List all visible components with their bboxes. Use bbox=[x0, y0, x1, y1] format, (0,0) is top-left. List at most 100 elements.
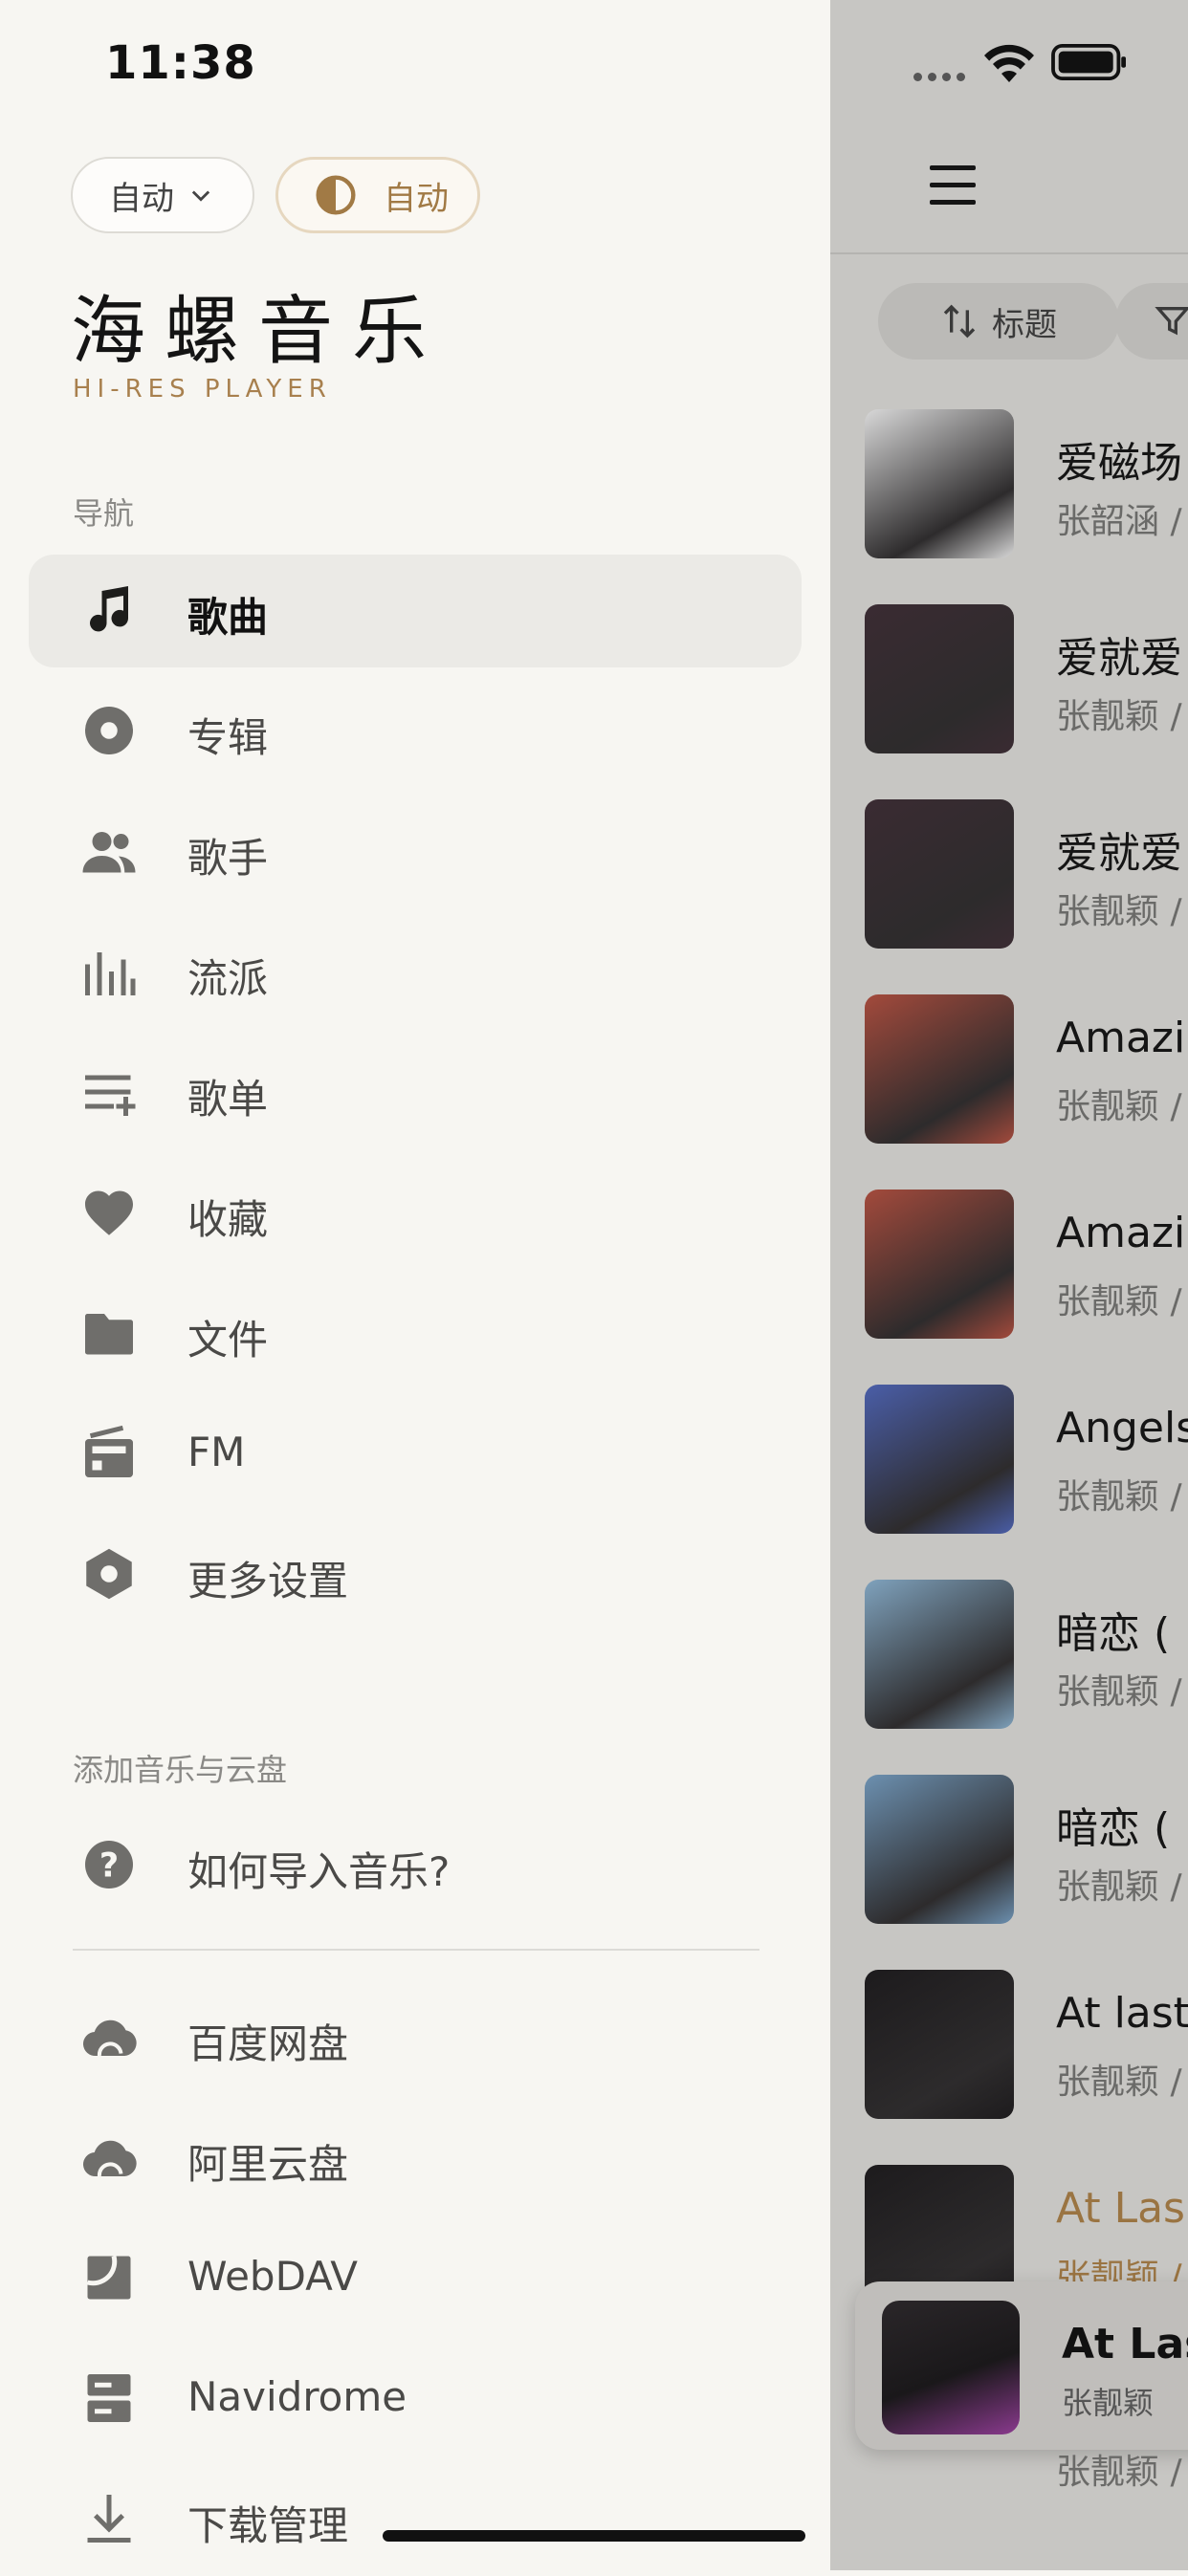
help-icon: ? bbox=[85, 1841, 133, 1888]
song-artist: 张靓颖 / bbox=[1056, 1477, 1182, 1517]
filter-chip[interactable] bbox=[1115, 283, 1188, 360]
album-cover bbox=[865, 799, 1014, 949]
album-cover bbox=[865, 1385, 1014, 1534]
sort-label: 标题 bbox=[992, 305, 1057, 344]
cloud-source-item-label: WebDAV bbox=[187, 2253, 358, 2300]
song-title: 暗恋 ( bbox=[1056, 1609, 1171, 1658]
song-title: At last bbox=[1056, 1989, 1188, 2038]
settings-hexagon-icon bbox=[86, 1548, 132, 1600]
cloud-source-item[interactable]: 阿里云盘 bbox=[29, 2102, 802, 2215]
sidebar-item-label: 更多设置 bbox=[187, 1558, 349, 1605]
song-row[interactable]: 爱磁场张韶涵 / bbox=[865, 409, 1188, 562]
language-selector-label: 自动 bbox=[109, 179, 174, 218]
cloud-source-item-label: 阿里云盘 bbox=[187, 2141, 349, 2188]
song-list-panel: 标题 爱磁场 张韶涵 / 爱就爱 张靓颖 / 爱就爱 张靓颖 / Amazi 张靓颖 / Ama… bbox=[830, 0, 1188, 2570]
mini-player[interactable]: At Last 张靓颖 bbox=[855, 2281, 1188, 2450]
song-title: 爱就爱 bbox=[1056, 829, 1182, 878]
nav-section-label: 导航 bbox=[73, 495, 135, 532]
song-title: 爱就爱 bbox=[1056, 634, 1182, 683]
sidebar-item[interactable]: 歌曲 bbox=[29, 555, 802, 667]
song-title: 爱磁场 bbox=[1056, 439, 1182, 488]
divider bbox=[73, 1949, 759, 1951]
song-artist: 张靓颖 / bbox=[1056, 892, 1182, 931]
album-cover bbox=[865, 409, 1014, 558]
song-title: 暗恋 ( bbox=[1056, 1804, 1171, 1853]
song-row[interactable]: 暗恋 (张靓颖 / bbox=[865, 1775, 1188, 1928]
sidebar-item-label: 歌手 bbox=[187, 835, 269, 882]
battery-icon bbox=[1051, 44, 1126, 80]
cloud-source-item-label: Navidrome bbox=[187, 2373, 407, 2420]
download-icon bbox=[87, 2495, 131, 2543]
sidebar-item[interactable]: 专辑 bbox=[29, 675, 802, 788]
song-title: Amazi bbox=[1056, 1209, 1186, 1257]
sidebar-item[interactable]: 更多设置 bbox=[29, 1518, 802, 1631]
navigation-drawer: 自动 自动 海螺音乐 HI-RES PLAYER 导航 歌曲专辑歌手流派歌单收藏… bbox=[0, 0, 830, 2570]
language-selector[interactable]: 自动 bbox=[71, 157, 254, 233]
half-circle-icon bbox=[316, 175, 356, 215]
song-row[interactable]: 爱就爱张靓颖 / bbox=[865, 604, 1188, 757]
music-note-icon bbox=[90, 586, 128, 632]
help-import-label: 如何导入音乐? bbox=[187, 1848, 451, 1895]
album-cover bbox=[865, 604, 1014, 753]
app-subtitle: HI-RES PLAYER bbox=[73, 375, 332, 404]
list-header bbox=[830, 0, 1188, 254]
cloud-source-item[interactable]: Navidrome bbox=[29, 2343, 802, 2456]
sidebar-item-label: 收藏 bbox=[187, 1196, 269, 1243]
cloud-icon bbox=[82, 2019, 137, 2057]
heart-icon bbox=[85, 1190, 133, 1235]
song-row[interactable]: Angels 张靓颖 / bbox=[865, 1385, 1188, 1538]
help-import-item[interactable]: ? 如何导入音乐? bbox=[29, 1809, 802, 1922]
sidebar-item[interactable]: 歌单 bbox=[29, 1037, 802, 1149]
sidebar-item[interactable]: FM bbox=[29, 1398, 802, 1511]
cloud-source-item[interactable]: WebDAV bbox=[29, 2222, 802, 2335]
mini-player-cover bbox=[882, 2301, 1020, 2434]
album-cover bbox=[865, 1580, 1014, 1729]
song-row[interactable]: 爱就爱张靓颖 / bbox=[865, 799, 1188, 952]
chevron-down-icon bbox=[191, 190, 210, 202]
sidebar-item[interactable]: 收藏 bbox=[29, 1157, 802, 1270]
cloud-source-item[interactable]: 下载管理 bbox=[29, 2463, 802, 2576]
album-cover bbox=[865, 1970, 1014, 2119]
cloud-source-item-label: 百度网盘 bbox=[187, 2020, 349, 2067]
theme-selector-label: 自动 bbox=[384, 179, 449, 218]
equalizer-icon bbox=[85, 952, 136, 995]
song-title: Angels bbox=[1056, 1404, 1188, 1452]
sidebar-item-label: 专辑 bbox=[187, 714, 269, 761]
radio-icon bbox=[85, 1425, 133, 1477]
cloud-source-item[interactable]: 百度网盘 bbox=[29, 1981, 802, 2094]
song-artist: 张靓颖 / bbox=[1056, 697, 1182, 736]
song-artist: 张靓颖 / bbox=[1056, 1087, 1182, 1126]
sidebar-item[interactable]: 歌手 bbox=[29, 796, 802, 908]
album-cover bbox=[865, 1775, 1014, 1924]
filter-icon bbox=[1155, 307, 1188, 336]
add-music-section-label: 添加音乐与云盘 bbox=[73, 1752, 288, 1788]
song-title: Amazi bbox=[1056, 1014, 1186, 1062]
sidebar-item-label: 文件 bbox=[187, 1317, 269, 1364]
webdav-icon bbox=[86, 2255, 131, 2300]
song-row[interactable]: Amazi 张靓颖 / bbox=[865, 1190, 1188, 1343]
menu-icon[interactable] bbox=[930, 165, 976, 206]
sidebar-item-label: 流派 bbox=[187, 955, 269, 1002]
status-time: 11:38 bbox=[105, 36, 256, 90]
home-indicator bbox=[383, 2530, 805, 2542]
sidebar-item[interactable]: 文件 bbox=[29, 1277, 802, 1390]
song-row[interactable]: At last 张靓颖 / bbox=[865, 1970, 1188, 2123]
server-icon bbox=[87, 2374, 131, 2422]
song-artist: 张韶涵 / bbox=[1056, 502, 1182, 541]
sidebar-item-label: 歌曲 bbox=[187, 594, 269, 641]
disc-icon bbox=[85, 707, 133, 754]
song-row[interactable]: Amazi 张靓颖 / bbox=[865, 994, 1188, 1147]
mini-player-title: At Last bbox=[1062, 2320, 1188, 2369]
mini-player-artist: 张靓颖 bbox=[1062, 2385, 1155, 2421]
cloud-icon bbox=[82, 2140, 137, 2177]
sidebar-item[interactable]: 流派 bbox=[29, 916, 802, 1029]
app-title: 海螺音乐 bbox=[71, 289, 447, 375]
folder-icon bbox=[85, 1314, 133, 1355]
svg-text:?: ? bbox=[99, 1847, 119, 1886]
theme-selector[interactable]: 自动 bbox=[275, 157, 480, 233]
song-artist: 张靓颖 / bbox=[1056, 1282, 1182, 1321]
sort-chip[interactable]: 标题 bbox=[878, 283, 1119, 360]
sidebar-item-label: 歌单 bbox=[187, 1076, 269, 1123]
signal-icon bbox=[913, 73, 965, 81]
song-row[interactable]: 暗恋 (张靓颖 / bbox=[865, 1580, 1188, 1733]
